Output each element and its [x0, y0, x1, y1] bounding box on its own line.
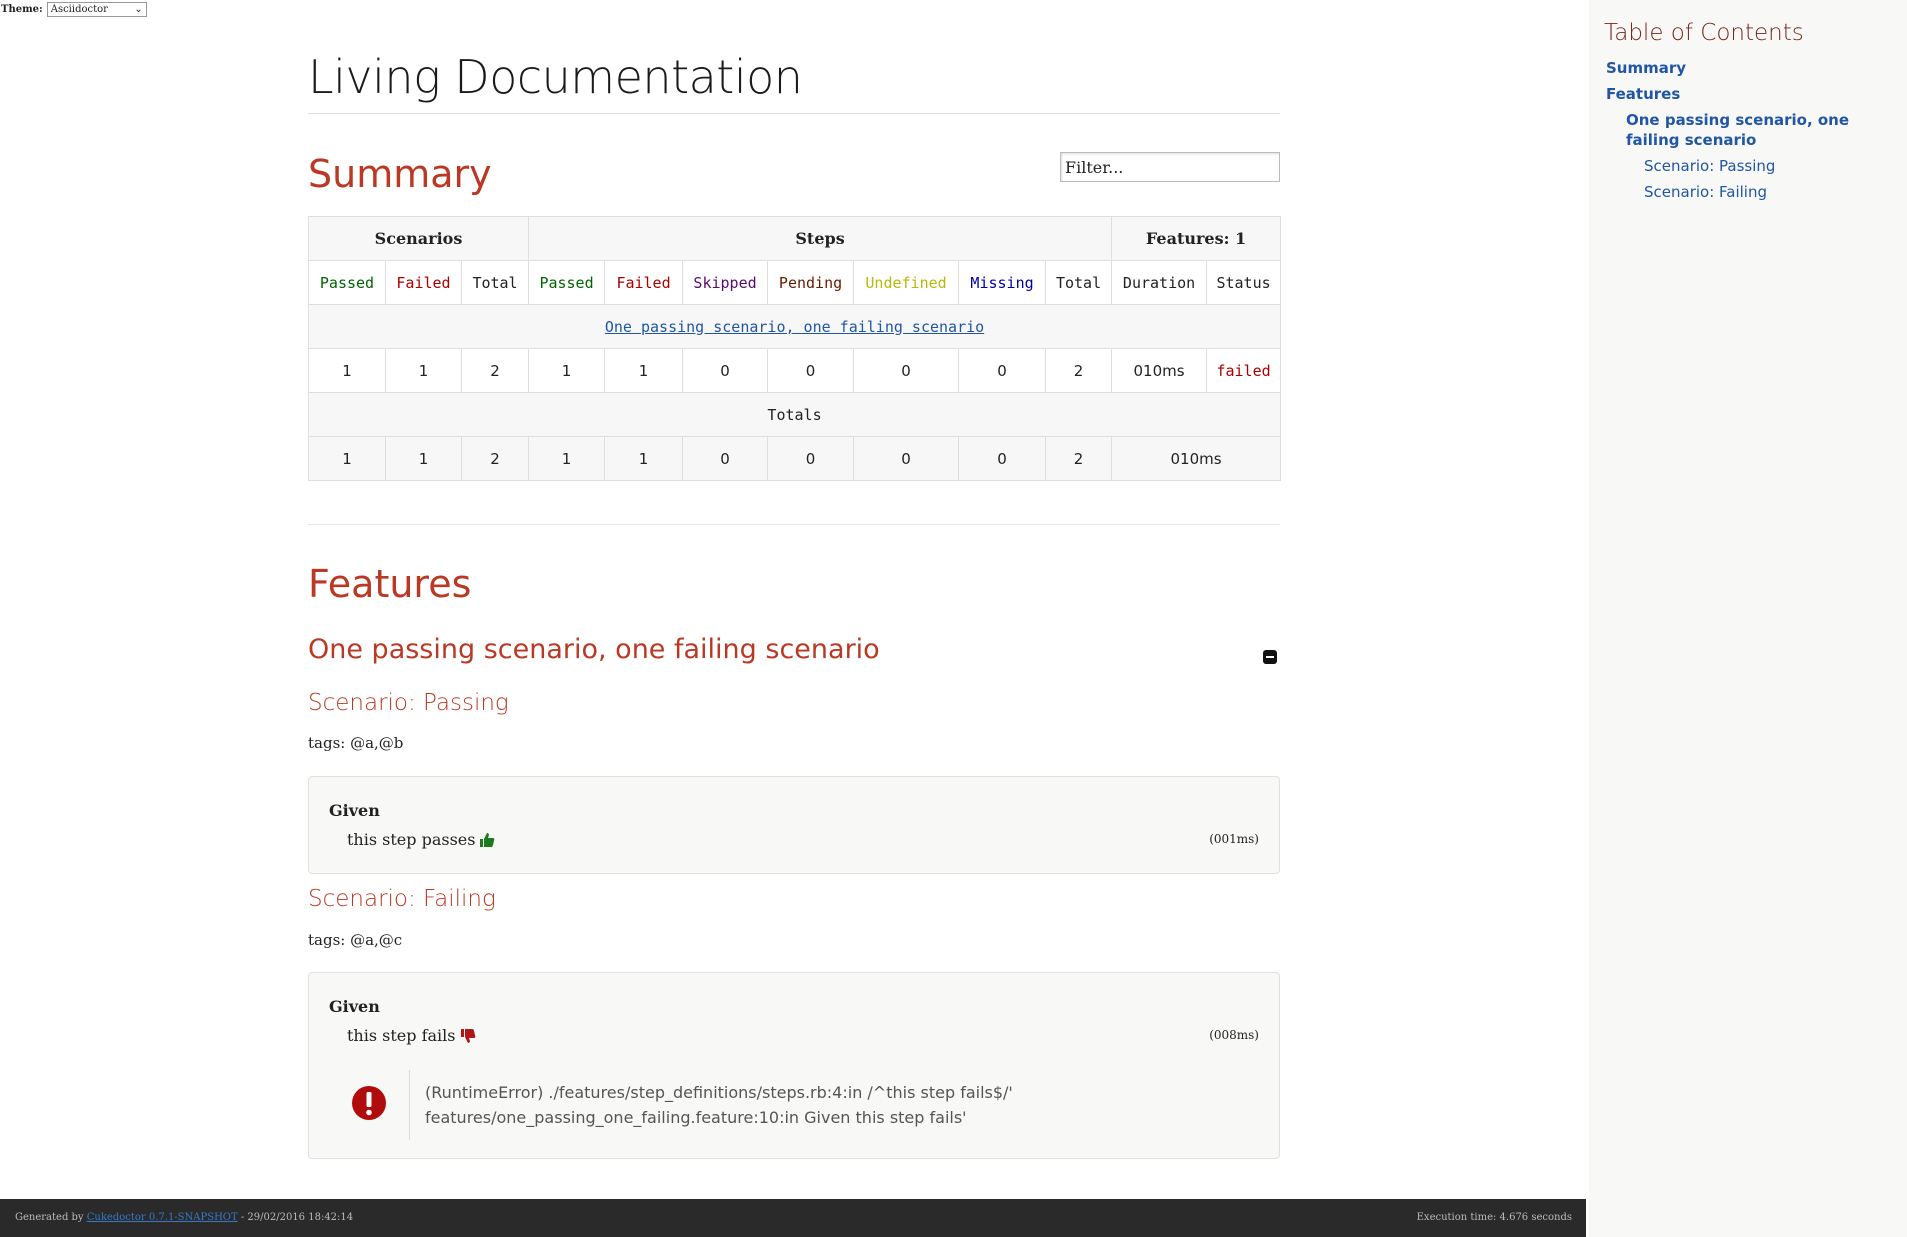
col-status: Status: [1206, 260, 1282, 305]
toc-item-scenario-passing[interactable]: Scenario: Passing: [1644, 156, 1775, 176]
theme-select[interactable]: Asciidoctor ⌄: [46, 1, 147, 17]
summary-table: Scenarios Steps Features: 1 Passed Faile…: [307, 216, 1282, 481]
col-scenarios-passed: Passed: [308, 260, 386, 305]
col-steps-pending: Pending: [767, 260, 855, 305]
step-text: this step passes: [347, 830, 476, 849]
step-keyword: Given: [329, 801, 380, 820]
toc-item-features[interactable]: Features: [1606, 84, 1680, 104]
totals-label-row: Totals: [307, 392, 1282, 437]
error-icon: [352, 1086, 386, 1120]
cell-steps-pending: 0: [767, 348, 855, 393]
feature-link[interactable]: One passing scenario, one failing scenar…: [605, 318, 984, 336]
thumbs-up-icon: [480, 832, 495, 847]
error-divider: [409, 1070, 410, 1140]
toc-item-scenario-failing[interactable]: Scenario: Failing: [1644, 182, 1767, 202]
total-scenarios-failed: 1: [385, 436, 462, 481]
col-steps-skipped: Skipped: [682, 260, 769, 305]
cell-scenarios-failed: 1: [385, 348, 462, 393]
theme-label: Theme:: [1, 3, 43, 15]
cell-scenarios-total: 2: [460, 348, 530, 393]
toc-item-summary[interactable]: Summary: [1606, 58, 1686, 78]
toc-title: Table of Contents: [1604, 20, 1804, 46]
feature-link-row: One passing scenario, one failing scenar…: [307, 304, 1282, 349]
error-panel: (RuntimeError) ./features/step_definitio…: [329, 1070, 1259, 1142]
step-text: this step fails: [347, 1026, 456, 1045]
total-steps-skipped: 0: [682, 436, 769, 481]
footer-date: - 29/02/2016 18:42:14: [237, 1212, 354, 1223]
cell-steps-missing: 0: [958, 348, 1047, 393]
col-scenarios-failed: Failed: [385, 260, 462, 305]
status-badge: failed: [1206, 348, 1282, 393]
title-divider: [308, 113, 1280, 114]
error-line: (RuntimeError) ./features/step_definitio…: [425, 1083, 1013, 1102]
cell-steps-failed: 1: [604, 348, 684, 393]
step-duration: (008ms): [1209, 1028, 1259, 1042]
chevron-down-icon: ⌄: [134, 3, 143, 15]
cell-scenarios-passed: 1: [308, 348, 386, 393]
filter-input[interactable]: [1060, 152, 1280, 182]
col-steps-missing: Missing: [958, 260, 1047, 305]
theme-selected-value: Asciidoctor: [50, 3, 108, 15]
total-steps-pending: 0: [767, 436, 855, 481]
step-duration: (001ms): [1209, 832, 1259, 846]
toc-item-feature[interactable]: One passing scenario, one failing scenar…: [1626, 110, 1886, 150]
col-duration: Duration: [1111, 260, 1208, 305]
cell-duration: 010ms: [1111, 348, 1208, 393]
totals-row: 1 1 2 1 1 0 0 0 0 2 010ms: [308, 436, 1282, 481]
total-steps-missing: 0: [958, 436, 1047, 481]
step-passing: this step passes: [347, 830, 495, 849]
table-group-header-row: Scenarios Steps Features: 1: [307, 216, 1282, 261]
steps-header: Steps: [528, 216, 1113, 261]
total-steps-passed: 1: [528, 436, 606, 481]
total-steps-total: 2: [1045, 436, 1113, 481]
collapse-icon[interactable]: [1263, 650, 1277, 664]
step-failing: this step fails: [347, 1026, 476, 1045]
cell-steps-passed: 1: [528, 348, 606, 393]
col-steps-undefined: Undefined: [853, 260, 960, 305]
footer-tool-link[interactable]: Cukedoctor 0.7.1-SNAPSHOT: [87, 1212, 238, 1223]
scenario-failing-tags: tags: @a,@c: [308, 931, 403, 949]
col-steps-failed: Failed: [604, 260, 684, 305]
summary-heading: Summary: [308, 152, 492, 196]
features-divider: [308, 524, 1280, 525]
feature-link-cell: One passing scenario, one failing scenar…: [307, 304, 1282, 349]
total-duration: 010ms: [1111, 436, 1282, 481]
thumbs-down-icon: [460, 1028, 475, 1043]
total-scenarios-total: 2: [460, 436, 530, 481]
scenarios-header: Scenarios: [307, 216, 530, 261]
theme-bar: Theme: Asciidoctor ⌄: [1, 1, 147, 17]
footer-execution-time: Execution time: 4.676 seconds: [1416, 1212, 1572, 1223]
col-steps-total: Total: [1045, 260, 1113, 305]
scenario-failing-title: Scenario: Failing: [308, 886, 496, 912]
footer-generated: Generated by Cukedoctor 0.7.1-SNAPSHOT -…: [15, 1212, 353, 1223]
total-scenarios-passed: 1: [308, 436, 386, 481]
table-column-header-row: Passed Failed Total Passed Failed Skippe…: [308, 260, 1282, 305]
scenario-passing-tags: tags: @a,@b: [308, 734, 404, 752]
scenario-failing-steps: Given this step fails (008ms) (RuntimeEr…: [308, 972, 1280, 1159]
scenario-passing-title: Scenario: Passing: [308, 690, 509, 716]
page-title: Living Documentation: [308, 50, 803, 104]
toc-sidebar: Table of Contents Summary Features One p…: [1589, 0, 1907, 1237]
total-steps-failed: 1: [604, 436, 684, 481]
col-steps-passed: Passed: [528, 260, 606, 305]
col-scenarios-total: Total: [460, 260, 530, 305]
features-count-header: Features: 1: [1111, 216, 1282, 261]
cell-steps-undefined: 0: [853, 348, 960, 393]
feature-title: One passing scenario, one failing scenar…: [308, 634, 880, 665]
error-message: (RuntimeError) ./features/step_definitio…: [425, 1080, 1013, 1130]
footer: Generated by Cukedoctor 0.7.1-SNAPSHOT -…: [0, 1199, 1586, 1237]
scenario-passing-steps: Given this step passes (001ms): [308, 776, 1280, 874]
cell-steps-total: 2: [1045, 348, 1113, 393]
cell-steps-skipped: 0: [682, 348, 769, 393]
totals-label: Totals: [307, 392, 1282, 437]
error-line: features/one_passing_one_failing.feature…: [425, 1108, 967, 1127]
total-steps-undefined: 0: [853, 436, 960, 481]
footer-generated-label: Generated by: [15, 1212, 84, 1223]
table-row: 1 1 2 1 1 0 0 0 0 2 010ms failed: [308, 348, 1282, 393]
step-keyword: Given: [329, 997, 380, 1016]
features-heading: Features: [308, 562, 472, 606]
